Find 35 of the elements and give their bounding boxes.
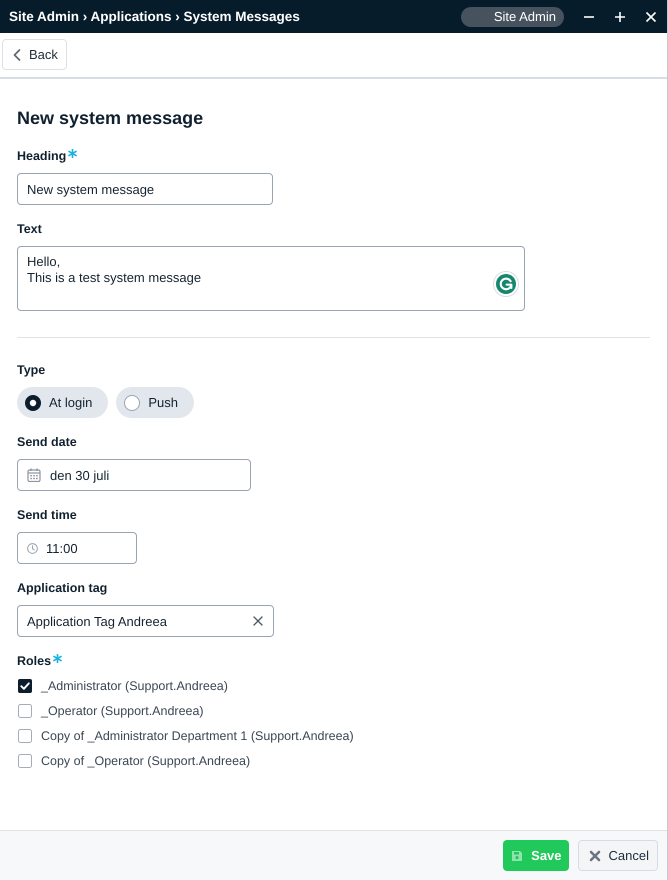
clock-icon [27,542,38,554]
field-label: Roles [17,653,52,669]
clear-icon[interactable] [253,616,263,626]
field-label: Heading [17,148,66,164]
role-label[interactable]: Copy of _Operator (Support.Andreea) [41,754,250,768]
radio-option[interactable]: Push [116,387,194,418]
user-badge[interactable]: Site Admin [460,6,564,26]
plus-icon[interactable] [614,10,626,22]
field-label: Send date [17,434,77,450]
heading-input[interactable]: New system message [17,173,273,205]
role-label[interactable]: Copy of _Administrator Department 1 (Support.Andreea) [41,728,354,742]
date-input[interactable]: den 30 juli [17,459,251,491]
radio-option[interactable]: At login [17,387,108,418]
chevron-left-icon [13,48,21,60]
circular-arrow-icon[interactable] [493,271,519,297]
page-title: New system message [17,107,204,130]
checkbox[interactable] [18,728,32,742]
back-button[interactable]: Back [2,39,67,70]
window-title: Site Admin › Applications › System Messages [9,9,301,24]
calendar-icon [27,468,41,482]
cancel-button[interactable]: Cancel [578,840,658,871]
field-label: Type [17,362,46,378]
checkbox[interactable] [18,704,32,718]
field-label: Application tag [17,580,108,596]
time-input[interactable]: 11:00 [17,532,137,564]
field-label: Text [17,221,42,237]
close-icon [588,850,601,862]
checkbox-checked[interactable] [18,678,32,692]
close-icon[interactable] [645,10,657,22]
tag-select-field[interactable]: Application Tag Andreea [17,605,274,637]
role-label[interactable]: _Administrator (Support.Andreea) [41,678,228,692]
checkbox[interactable] [18,754,32,768]
text-area-field[interactable]: Hello, This is a test system message [17,246,525,311]
field-label: Send time [17,507,77,523]
role-label[interactable]: _Operator (Support.Andreea) [41,704,204,718]
